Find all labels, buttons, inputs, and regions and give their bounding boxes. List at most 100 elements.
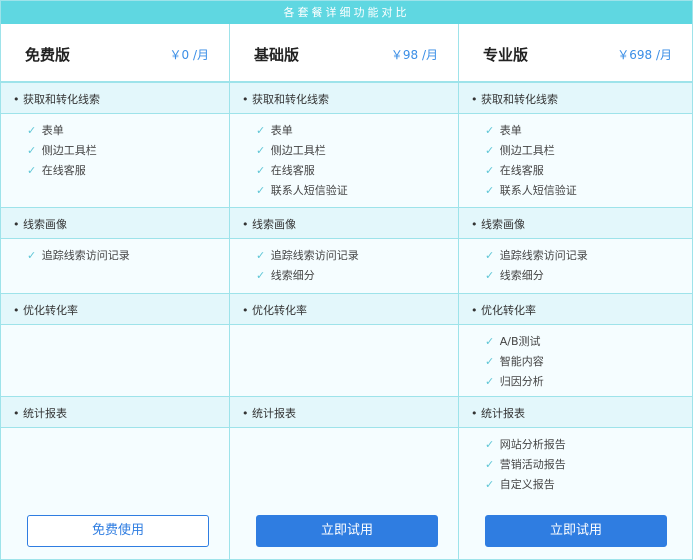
section-header: • 线索画像 bbox=[1, 207, 229, 239]
plan-name: 免费版 bbox=[25, 46, 71, 64]
feature-label: 营销活动报告 bbox=[496, 458, 566, 471]
feature-label: 线索细分 bbox=[496, 269, 544, 282]
section-title: • 优化转化率 bbox=[471, 304, 536, 317]
feature-label: A/B测试 bbox=[496, 335, 541, 348]
feature-label: 表单 bbox=[496, 124, 522, 137]
check-icon: ✓ bbox=[485, 335, 495, 348]
check-icon: ✓ bbox=[485, 355, 495, 368]
feature-item: ✓ 在线客服 bbox=[256, 162, 315, 178]
plan-column: 基础版 ￥98 /月 • 获取和转化线索 ✓ 表单 ✓ 侧边工具栏 ✓ 在线客服 ✓ 联系人… bbox=[230, 24, 459, 559]
section-header: • 线索画像 bbox=[230, 207, 458, 239]
feature-item: ✓ 联系人短信验证 bbox=[485, 182, 577, 198]
check-icon: ✓ bbox=[485, 375, 495, 388]
feature-item: ✓ 营销活动报告 bbox=[485, 456, 566, 472]
try-now-button[interactable]: 立即试用 bbox=[256, 515, 438, 547]
plan-name: 专业版 bbox=[483, 46, 529, 64]
feature-item: ✓ 归因分析 bbox=[485, 373, 544, 389]
check-icon: ✓ bbox=[256, 249, 266, 262]
check-icon: ✓ bbox=[485, 438, 495, 451]
feature-label: 追踪线索访问记录 bbox=[496, 249, 588, 262]
feature-item: ✓ 网站分析报告 bbox=[485, 436, 566, 452]
check-icon: ✓ bbox=[485, 124, 495, 137]
feature-label: 在线客服 bbox=[496, 164, 544, 177]
section-title: • 获取和转化线索 bbox=[471, 93, 558, 106]
feature-label: 归因分析 bbox=[496, 375, 544, 388]
plan-price: ￥0 /月 bbox=[169, 48, 210, 62]
section-title: • 统计报表 bbox=[471, 407, 525, 420]
plan-column: 专业版 ￥698 /月 • 获取和转化线索 ✓ 表单 ✓ 侧边工具栏 ✓ 在线客服 ✓ 联系… bbox=[459, 24, 692, 559]
section-features: ✓ 追踪线索访问记录 bbox=[1, 239, 229, 293]
section-title: • 线索画像 bbox=[13, 218, 67, 231]
feature-label: 在线客服 bbox=[38, 164, 86, 177]
section-header: • 获取和转化线索 bbox=[1, 82, 229, 114]
section-header: • 优化转化率 bbox=[230, 293, 458, 325]
feature-label: 追踪线索访问记录 bbox=[267, 249, 359, 262]
plan-name: 基础版 bbox=[254, 46, 300, 64]
check-icon: ✓ bbox=[256, 184, 266, 197]
check-icon: ✓ bbox=[27, 144, 37, 157]
plan-header: 基础版 ￥98 /月 bbox=[230, 24, 458, 82]
section-header: • 获取和转化线索 bbox=[459, 82, 692, 114]
check-icon: ✓ bbox=[256, 164, 266, 177]
section-features: ✓ A/B测试 ✓ 智能内容 ✓ 归因分析 bbox=[459, 325, 692, 396]
feature-item: ✓ 联系人短信验证 bbox=[256, 182, 348, 198]
check-icon: ✓ bbox=[256, 144, 266, 157]
check-icon: ✓ bbox=[485, 184, 495, 197]
section-header: • 优化转化率 bbox=[1, 293, 229, 325]
feature-label: 表单 bbox=[38, 124, 64, 137]
feature-item: ✓ 自定义报告 bbox=[485, 476, 555, 492]
section-title: • 线索画像 bbox=[242, 218, 296, 231]
check-icon: ✓ bbox=[256, 269, 266, 282]
section-title: • 获取和转化线索 bbox=[13, 93, 100, 106]
feature-item: ✓ 表单 bbox=[485, 122, 522, 138]
plan-price: ￥98 /月 bbox=[390, 48, 438, 62]
comparison-title: 各套餐详细功能对比 bbox=[1, 1, 692, 24]
section-header: • 统计报表 bbox=[459, 396, 692, 428]
section-title: • 优化转化率 bbox=[13, 304, 78, 317]
section-features bbox=[1, 325, 229, 396]
feature-item: ✓ A/B测试 bbox=[485, 333, 541, 349]
feature-label: 在线客服 bbox=[267, 164, 315, 177]
section-features: ✓ 表单 ✓ 侧边工具栏 ✓ 在线客服 bbox=[1, 114, 229, 207]
section-title: • 统计报表 bbox=[242, 407, 296, 420]
section-header: • 优化转化率 bbox=[459, 293, 692, 325]
check-icon: ✓ bbox=[485, 458, 495, 471]
plan-comparison-table: 各套餐详细功能对比 免费版 ￥0 /月 • 获取和转化线索 ✓ 表单 ✓ 侧边工具栏 ✓ … bbox=[0, 0, 693, 560]
feature-item: ✓ 表单 bbox=[27, 122, 64, 138]
section-title: • 统计报表 bbox=[13, 407, 67, 420]
section-features bbox=[230, 325, 458, 396]
free-use-button[interactable]: 免费使用 bbox=[27, 515, 209, 547]
feature-item: ✓ 线索细分 bbox=[485, 267, 544, 283]
check-icon: ✓ bbox=[485, 164, 495, 177]
feature-label: 侧边工具栏 bbox=[38, 144, 97, 157]
section-features bbox=[1, 428, 229, 500]
feature-label: 表单 bbox=[267, 124, 293, 137]
plan-column: 免费版 ￥0 /月 • 获取和转化线索 ✓ 表单 ✓ 侧边工具栏 ✓ 在线客服 • 线索画像… bbox=[1, 24, 230, 559]
section-title: • 优化转化率 bbox=[242, 304, 307, 317]
feature-label: 线索细分 bbox=[267, 269, 315, 282]
feature-item: ✓ 线索细分 bbox=[256, 267, 315, 283]
section-header: • 线索画像 bbox=[459, 207, 692, 239]
feature-label: 侧边工具栏 bbox=[496, 144, 555, 157]
check-icon: ✓ bbox=[485, 249, 495, 262]
feature-label: 联系人短信验证 bbox=[496, 184, 577, 197]
feature-label: 自定义报告 bbox=[496, 478, 555, 491]
feature-item: ✓ 智能内容 bbox=[485, 353, 544, 369]
plan-columns: 免费版 ￥0 /月 • 获取和转化线索 ✓ 表单 ✓ 侧边工具栏 ✓ 在线客服 • 线索画像… bbox=[1, 24, 692, 559]
feature-item: ✓ 在线客服 bbox=[485, 162, 544, 178]
feature-item: ✓ 追踪线索访问记录 bbox=[256, 247, 359, 263]
check-icon: ✓ bbox=[485, 144, 495, 157]
feature-item: ✓ 侧边工具栏 bbox=[485, 142, 555, 158]
try-now-button[interactable]: 立即试用 bbox=[485, 515, 667, 547]
section-features: ✓ 追踪线索访问记录 ✓ 线索细分 bbox=[459, 239, 692, 293]
feature-item: ✓ 在线客服 bbox=[27, 162, 86, 178]
section-header: • 获取和转化线索 bbox=[230, 82, 458, 114]
check-icon: ✓ bbox=[27, 249, 37, 262]
section-features: ✓ 表单 ✓ 侧边工具栏 ✓ 在线客服 ✓ 联系人短信验证 bbox=[459, 114, 692, 207]
plan-header: 专业版 ￥698 /月 bbox=[459, 24, 692, 82]
section-title: • 获取和转化线索 bbox=[242, 93, 329, 106]
feature-label: 网站分析报告 bbox=[496, 438, 566, 451]
feature-item: ✓ 表单 bbox=[256, 122, 293, 138]
section-features bbox=[230, 428, 458, 500]
feature-item: ✓ 追踪线索访问记录 bbox=[485, 247, 588, 263]
